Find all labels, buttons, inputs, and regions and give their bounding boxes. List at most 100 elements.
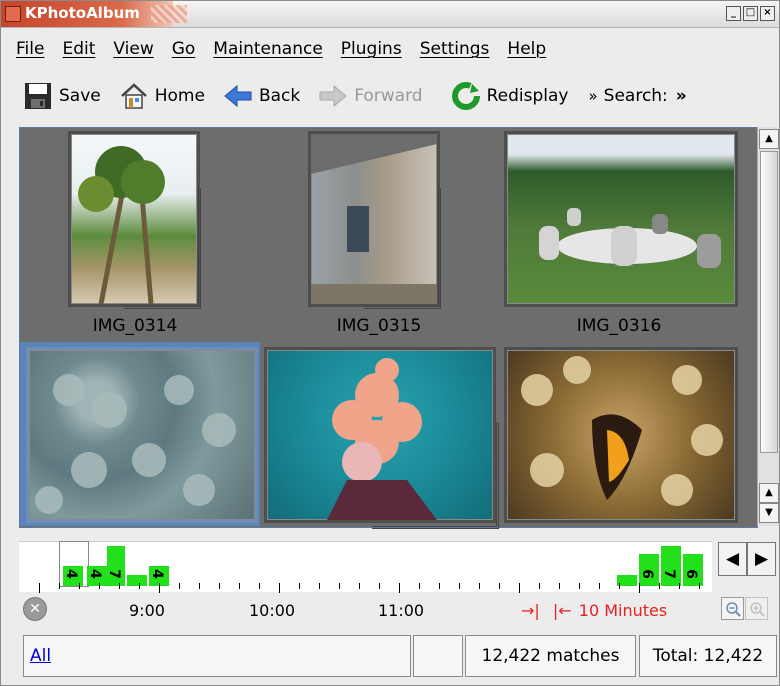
- toolbar-overflow-button[interactable]: »: [676, 86, 687, 106]
- menu-help[interactable]: Help: [507, 39, 546, 59]
- count-label: 4: [62, 569, 79, 579]
- thumbnail-caption: IMG_0315: [336, 316, 422, 336]
- thumbnail-image[interactable]: [26, 347, 258, 523]
- thumbnail-cell[interactable]: IMG_0314: [20, 128, 260, 340]
- tick-mark: [399, 583, 400, 593]
- thumbnail-cell[interactable]: IMG_0315: [264, 128, 504, 340]
- tick-mark: [79, 583, 80, 589]
- search-button[interactable]: » Search:: [584, 74, 671, 118]
- home-label: Home: [154, 86, 205, 106]
- tick-mark: [439, 583, 440, 589]
- scroll-up-icon[interactable]: ▲: [759, 483, 779, 503]
- menu-view[interactable]: View: [113, 39, 153, 59]
- scrollbar-handle[interactable]: [760, 151, 778, 453]
- main-window: KPhotoAlbum _ □ × File Edit View Go Main…: [0, 0, 780, 686]
- count-label: 7: [660, 569, 677, 579]
- tick-mark: [219, 583, 220, 589]
- title-decoration: [151, 5, 187, 23]
- count-label: 4: [148, 569, 165, 579]
- tick-mark: [119, 583, 120, 589]
- status-empty-panel: [413, 635, 463, 677]
- window-title: KPhotoAlbum: [25, 4, 140, 22]
- zoom-in-icon: [749, 601, 765, 617]
- date-bar-column[interactable]: 7: [106, 546, 125, 586]
- forward-label: Forward: [354, 86, 423, 106]
- search-prefix: »: [588, 87, 598, 105]
- save-button[interactable]: Save: [19, 74, 105, 118]
- filter-all-link[interactable]: All: [30, 646, 51, 666]
- forward-arrow-icon: [318, 81, 348, 111]
- tick-mark: [519, 583, 520, 593]
- tick-mark: [639, 583, 640, 593]
- thumbnail-cell[interactable]: IMG_0316: [504, 128, 744, 340]
- tick-mark: [199, 583, 200, 589]
- menu-maintenance[interactable]: Maintenance: [213, 39, 322, 59]
- status-filter-panel: All: [23, 635, 411, 677]
- menu-file[interactable]: File: [16, 39, 44, 59]
- tick-mark: [419, 583, 420, 589]
- tick-mark: [539, 583, 540, 589]
- date-bar-column[interactable]: 6: [639, 554, 659, 586]
- scroll-up-icon[interactable]: ▲: [759, 129, 779, 149]
- thumbnail-cell[interactable]: [264, 342, 504, 529]
- thumbnail-cell[interactable]: [504, 342, 744, 526]
- zoom-out-icon: [725, 601, 741, 617]
- status-total: Total: 12,422: [639, 635, 777, 677]
- back-button[interactable]: Back: [219, 74, 304, 118]
- left-arrow-icon: ◀: [725, 549, 740, 569]
- maximize-icon[interactable]: □: [743, 6, 758, 21]
- menu-settings[interactable]: Settings: [420, 39, 490, 59]
- back-label: Back: [258, 86, 301, 106]
- clear-selection-icon[interactable]: ✕: [23, 597, 47, 621]
- thumbnail-cell-selected[interactable]: [20, 342, 260, 526]
- minimize-icon[interactable]: _: [726, 6, 741, 21]
- tick-mark: [659, 583, 660, 589]
- menu-go[interactable]: Go: [172, 39, 196, 59]
- scroll-down-icon[interactable]: ▼: [759, 503, 779, 523]
- app-icon: [5, 6, 21, 22]
- tick-mark: [59, 583, 60, 589]
- thumbnail-image[interactable]: [504, 347, 738, 523]
- close-icon[interactable]: ×: [760, 6, 775, 21]
- arrow-left-bracket-icon: |←: [552, 601, 572, 620]
- time-label: 10:00: [249, 601, 296, 620]
- tick-mark: [339, 583, 340, 589]
- zoom-out-button[interactable]: [721, 597, 744, 620]
- date-bar-column[interactable]: 6: [683, 554, 703, 586]
- tick-mark: [379, 583, 380, 589]
- date-bar-next-button[interactable]: ▶: [747, 542, 776, 576]
- redisplay-label: Redisplay: [486, 86, 569, 106]
- date-bar-column[interactable]: 7: [661, 546, 681, 586]
- home-button[interactable]: Home: [115, 74, 209, 118]
- home-icon: [119, 81, 149, 111]
- date-bar-prev-button[interactable]: ◀: [718, 542, 747, 576]
- thumbnail-scrollbar[interactable]: ▲ ▲ ▼: [757, 127, 779, 526]
- stack-indicator: [364, 188, 441, 309]
- thumbnail-view[interactable]: IMG_0314 IMG_0315 IMG_0316: [19, 127, 758, 529]
- anemone-picture: [35, 374, 236, 514]
- menu-edit[interactable]: Edit: [62, 39, 95, 59]
- thumbnail-image[interactable]: [504, 131, 738, 307]
- tick-mark: [599, 583, 600, 589]
- stack-indicator: [372, 422, 499, 529]
- search-label: Search:: [603, 86, 668, 106]
- tick-mark: [559, 583, 560, 589]
- tick-mark: [499, 583, 500, 589]
- tick-mark: [239, 583, 240, 589]
- toolbar: Save Home Back Forward Redisplay » Searc…: [1, 71, 779, 121]
- menu-plugins[interactable]: Plugins: [341, 39, 402, 59]
- tick-mark: [359, 583, 360, 589]
- save-icon: [23, 81, 53, 111]
- forward-button[interactable]: Forward: [314, 74, 426, 118]
- redisplay-button[interactable]: Redisplay: [447, 74, 573, 118]
- cemetery-picture: [539, 208, 721, 268]
- tick-mark: [159, 583, 160, 593]
- refresh-icon: [451, 81, 481, 111]
- title-bar[interactable]: KPhotoAlbum _ □ ×: [1, 1, 779, 28]
- tick-mark: [699, 583, 700, 589]
- tick-mark: [619, 583, 620, 589]
- tick-mark: [679, 583, 680, 589]
- zoom-in-button[interactable]: [745, 597, 768, 620]
- clownfish-picture: [521, 356, 723, 506]
- tick-mark: [139, 583, 140, 589]
